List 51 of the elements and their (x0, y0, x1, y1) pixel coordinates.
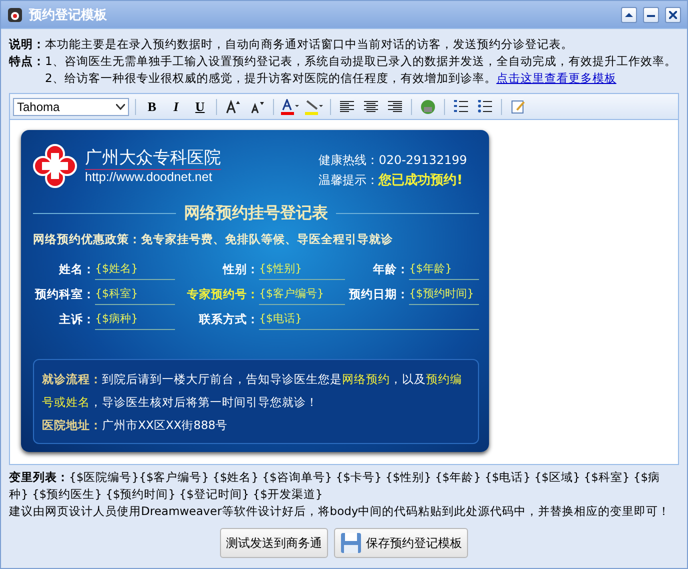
hospital-name: 广州大众专科医院 (85, 147, 221, 170)
field-label: 年龄： (372, 261, 409, 278)
app-icon (7, 6, 23, 22)
field-value: {$科室} (95, 284, 175, 305)
feature-text: 2、给访客一种很专业很权威的感觉，提升访客对医院的信任程度，有效增加到诊率。 (45, 71, 496, 85)
save-template-button[interactable]: 保存预约登记模板 (334, 528, 468, 558)
field-label: 性别： (222, 261, 259, 278)
field-label: 预约日期： (348, 286, 409, 303)
field-value: {$电话} (259, 309, 479, 330)
more-templates-link[interactable]: 点击这里查看更多模板 (496, 71, 616, 85)
format-button[interactable]: I (166, 96, 186, 116)
address-label: 医院地址： (42, 418, 102, 432)
close-button[interactable] (665, 6, 681, 22)
field-label: 主诉： (58, 311, 95, 328)
field-label: 预约科室： (34, 286, 95, 303)
field-value: {$姓名} (95, 259, 175, 280)
format-button[interactable]: B (142, 96, 162, 116)
minimize-button[interactable] (643, 6, 659, 22)
tip-text: 您已成功预约! (378, 173, 463, 188)
features-label: 特点： (9, 53, 45, 70)
process-text: 就诊流程：到院后请到一楼大厅前台，告知导诊医生您是网络预约，以及预约编号或姓名，导诊医生核对后将第一时间引导您就诊！ (42, 371, 463, 411)
description-text: 本功能主要是在录入预约数据时，自动向商务通对话窗口中当前对话的访客，发送预约分诊登记表。 (45, 36, 573, 53)
dropdown-caret-icon (116, 104, 125, 110)
feature-text: 1、咨询医生无需单独手工输入设置预约登记表，系统自动提取已录入的数据并发送，全自动完成，有效提升工作效率。 (45, 54, 676, 68)
description-label: 说明： (9, 36, 45, 53)
field-label: 专家预约号： (186, 286, 259, 303)
collapse-button[interactable] (621, 6, 637, 22)
text-color-icon[interactable] (280, 96, 300, 116)
window-title: 预约登记模板 (29, 6, 108, 24)
triangle-up-icon (625, 12, 633, 18)
test-send-button[interactable]: 测试发送到商务通 (220, 528, 328, 558)
hospital-url: http://www.doodnet.net (85, 170, 214, 184)
hotline-label: 健康热线： (318, 153, 379, 167)
usage-note: 建议由网页设计人员使用Dreamweaver等软件设计好后，将body中间的代码粘贴到此处源代码中，并替换相应的变里即可！ (9, 503, 672, 520)
font-select[interactable]: Tahoma (13, 98, 129, 116)
field-value: {$客户编号} (259, 284, 345, 305)
field-value: {$预约时间} (409, 284, 479, 305)
format-button[interactable]: U (190, 96, 210, 116)
hotline-number: 020-29132199 (378, 153, 467, 167)
field-label: 联系方式： (198, 311, 259, 328)
tip-label: 温馨提示： (318, 173, 379, 187)
field-value: {$性别} (259, 259, 345, 280)
address-text: 广州市XX区XX街888号 (102, 418, 228, 432)
field-value: {$病种} (95, 309, 175, 330)
field-label: 姓名： (58, 261, 95, 278)
variables-text: 变里列表：{$医院编号}{$客户编号} {$姓名} {$咨询单号} {$卡号} {$性别} {$年龄} {$电话} {$区域} {$科室} {$病种} {$预约医生} {$预约时间} {$登记时间} {$开发渠道} (9, 469, 662, 503)
field-value: {$年龄} (409, 259, 479, 280)
close-icon (669, 10, 677, 18)
medical-cross-logo-icon (33, 144, 77, 188)
policy-text: 网络预约优惠政策：免专家挂号费、免排队等候、导医全程引导就诊 (33, 232, 394, 247)
form-title: 网络预约挂号登记表 (184, 203, 328, 224)
